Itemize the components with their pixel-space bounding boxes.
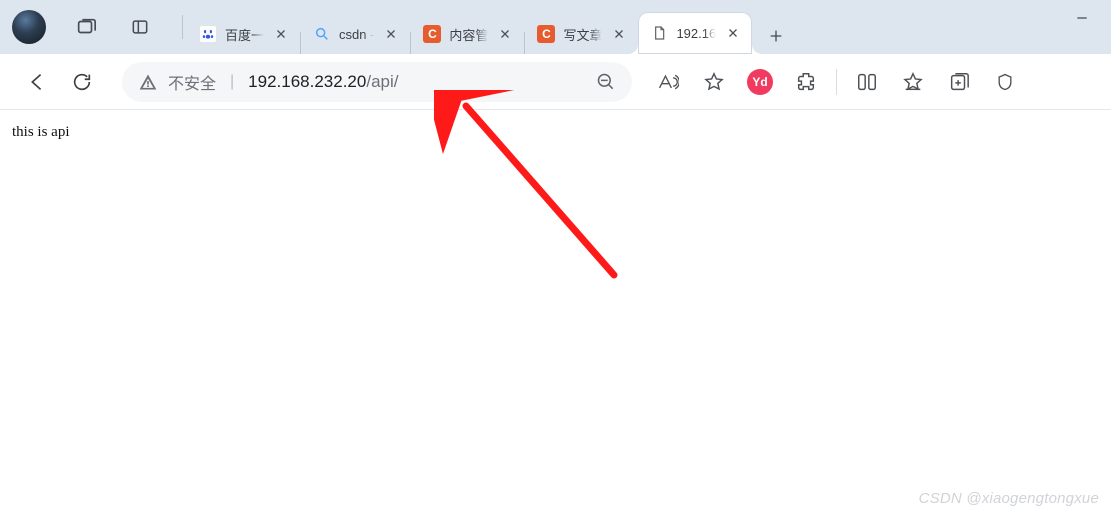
page-content: this is api: [0, 110, 1111, 155]
titlebar-separator: [182, 15, 183, 39]
back-button[interactable]: [16, 62, 56, 102]
youdao-extension-button[interactable]: Yd: [740, 62, 780, 102]
close-icon[interactable]: [496, 25, 514, 43]
split-screen-button[interactable]: [847, 62, 887, 102]
window-minimize-button[interactable]: [1057, 0, 1107, 36]
watermark-text: CSDN @xiaogengtongxue: [919, 490, 1099, 507]
extensions-button[interactable]: [786, 62, 826, 102]
close-icon[interactable]: [610, 25, 628, 43]
workspaces-icon[interactable]: [74, 15, 98, 39]
tab-active[interactable]: 192.16: [638, 12, 752, 54]
tab-actions-icon[interactable]: [128, 15, 152, 39]
profile-avatar[interactable]: [12, 10, 46, 44]
favorites-button[interactable]: [694, 62, 734, 102]
url-host: 192.168.232.20: [248, 72, 366, 91]
security-status-text: 不安全: [168, 70, 216, 94]
tab-strip: 百度一 csdn - C 内容管 C: [187, 0, 1111, 54]
browser-toolbar: 不安全 | 192.168.232.20/api/ Yd: [0, 54, 1111, 110]
new-tab-button[interactable]: [758, 18, 794, 54]
browser-titlebar: 百度一 csdn - C 内容管 C: [0, 0, 1111, 54]
toolbar-separator: [836, 69, 837, 95]
toolbar-right: Yd: [648, 62, 1025, 102]
favicon-csdn-icon: C: [537, 25, 555, 43]
youdao-icon: Yd: [747, 69, 773, 95]
favicon-csdn-icon: C: [423, 25, 441, 43]
zoom-out-icon[interactable]: [592, 72, 620, 92]
tab-csdn-search[interactable]: csdn -: [301, 14, 410, 54]
url-path: /api/: [366, 72, 398, 91]
tab-title: 内容管: [449, 25, 488, 44]
tab-baidu[interactable]: 百度一: [187, 14, 300, 54]
omnibox-separator: |: [230, 73, 234, 91]
close-icon[interactable]: [724, 24, 742, 42]
tab-title: 192.16: [676, 26, 716, 41]
refresh-button[interactable]: [62, 62, 102, 102]
url-text: 192.168.232.20/api/: [248, 72, 582, 92]
tab-content-manage[interactable]: C 内容管: [411, 14, 524, 54]
browser-essentials-button[interactable]: [985, 62, 1025, 102]
close-icon[interactable]: [382, 25, 400, 43]
close-icon[interactable]: [272, 25, 290, 43]
page-body-text: this is api: [12, 124, 70, 140]
read-aloud-button[interactable]: [648, 62, 688, 102]
tab-title: 百度一: [225, 25, 264, 44]
tab-title: csdn -: [339, 27, 374, 42]
tab-write-article[interactable]: C 写文章: [525, 14, 638, 54]
favicon-page-icon: [650, 24, 668, 42]
address-bar[interactable]: 不安全 | 192.168.232.20/api/: [122, 62, 632, 102]
tab-title: 写文章: [563, 25, 602, 44]
favicon-search-icon: [313, 25, 331, 43]
favicon-baidu-icon: [199, 25, 217, 43]
favorites-bar-button[interactable]: [893, 62, 933, 102]
not-secure-icon: [138, 72, 158, 92]
collections-button[interactable]: [939, 62, 979, 102]
